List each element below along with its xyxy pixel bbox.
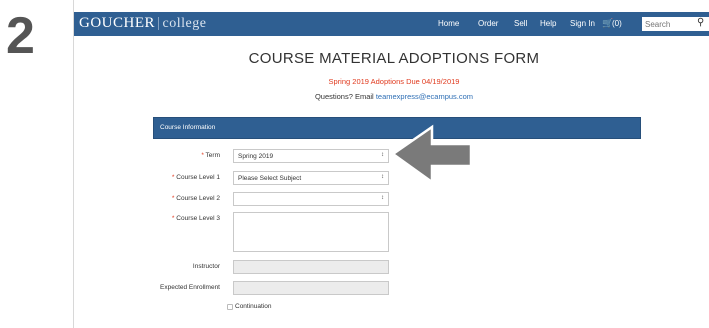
expected-enrollment-label: Expected Enrollment	[160, 284, 220, 291]
section-title: Course Information	[160, 124, 216, 131]
continuation-checkbox[interactable]	[227, 304, 233, 310]
instructor-label: Instructor	[192, 263, 220, 270]
browser-page: GOUCHER | college Home Order Sell Help Sig…	[73, 0, 709, 328]
up-down-chevron-icon: ↕	[381, 195, 384, 201]
nav-sell[interactable]: Sell	[514, 19, 527, 28]
brand-logo[interactable]: GOUCHER | college	[79, 15, 206, 32]
page-title: COURSE MATERIAL ADOPTIONS FORM	[248, 50, 540, 67]
contact-line: Questions? Email teamexpress@ecampus.com	[74, 92, 709, 101]
course-level-2-label: * Course Level 2	[171, 195, 220, 202]
brand-main: GOUCHER	[79, 15, 156, 31]
term-label: * Term	[201, 152, 220, 159]
brand-sub: college	[162, 16, 207, 31]
continuation-label: Continuation	[235, 303, 272, 310]
contact-email-link[interactable]: teamexpress@ecampus.com	[376, 92, 473, 101]
required-mark: *	[171, 174, 175, 181]
course-level-3-textarea[interactable]	[233, 212, 389, 252]
course-level-1-label: * Course Level 1	[171, 174, 220, 181]
nav-order[interactable]: Order	[478, 19, 498, 28]
nav-home[interactable]: Home	[438, 19, 459, 28]
nav-sign-in[interactable]: Sign In	[570, 19, 595, 28]
expected-enrollment-input	[233, 281, 389, 295]
required-mark: *	[171, 195, 175, 202]
term-select[interactable]: Spring 2019 ↕	[233, 149, 389, 163]
course-level-2-select[interactable]: ↕	[233, 192, 389, 206]
term-value: Spring 2019	[238, 153, 274, 160]
cart-count[interactable]: (0)	[612, 19, 622, 28]
course-level-1-value: Please Select Subject	[238, 175, 302, 182]
course-level-1-select[interactable]: Please Select Subject ↕	[233, 171, 389, 185]
top-nav-bar: GOUCHER | college Home Order Sell Help Sig…	[74, 12, 709, 36]
required-mark: *	[201, 152, 204, 159]
course-level-3-label: * Course Level 3	[171, 215, 220, 222]
required-mark: *	[171, 215, 175, 222]
up-down-chevron-icon: ↕	[381, 174, 384, 180]
brand-separator: |	[157, 15, 161, 31]
section-header-course-information: Course Information	[153, 117, 641, 139]
step-number: 2	[6, 7, 35, 65]
up-down-chevron-icon: ↕	[381, 152, 384, 158]
search-icon[interactable]: ⚲	[697, 17, 704, 28]
due-notice: Spring 2019 Adoptions Due 04/19/2019	[328, 77, 460, 86]
instructor-input	[233, 260, 389, 274]
nav-help[interactable]: Help	[540, 19, 556, 28]
contact-prefix: Questions? Email	[314, 92, 376, 101]
